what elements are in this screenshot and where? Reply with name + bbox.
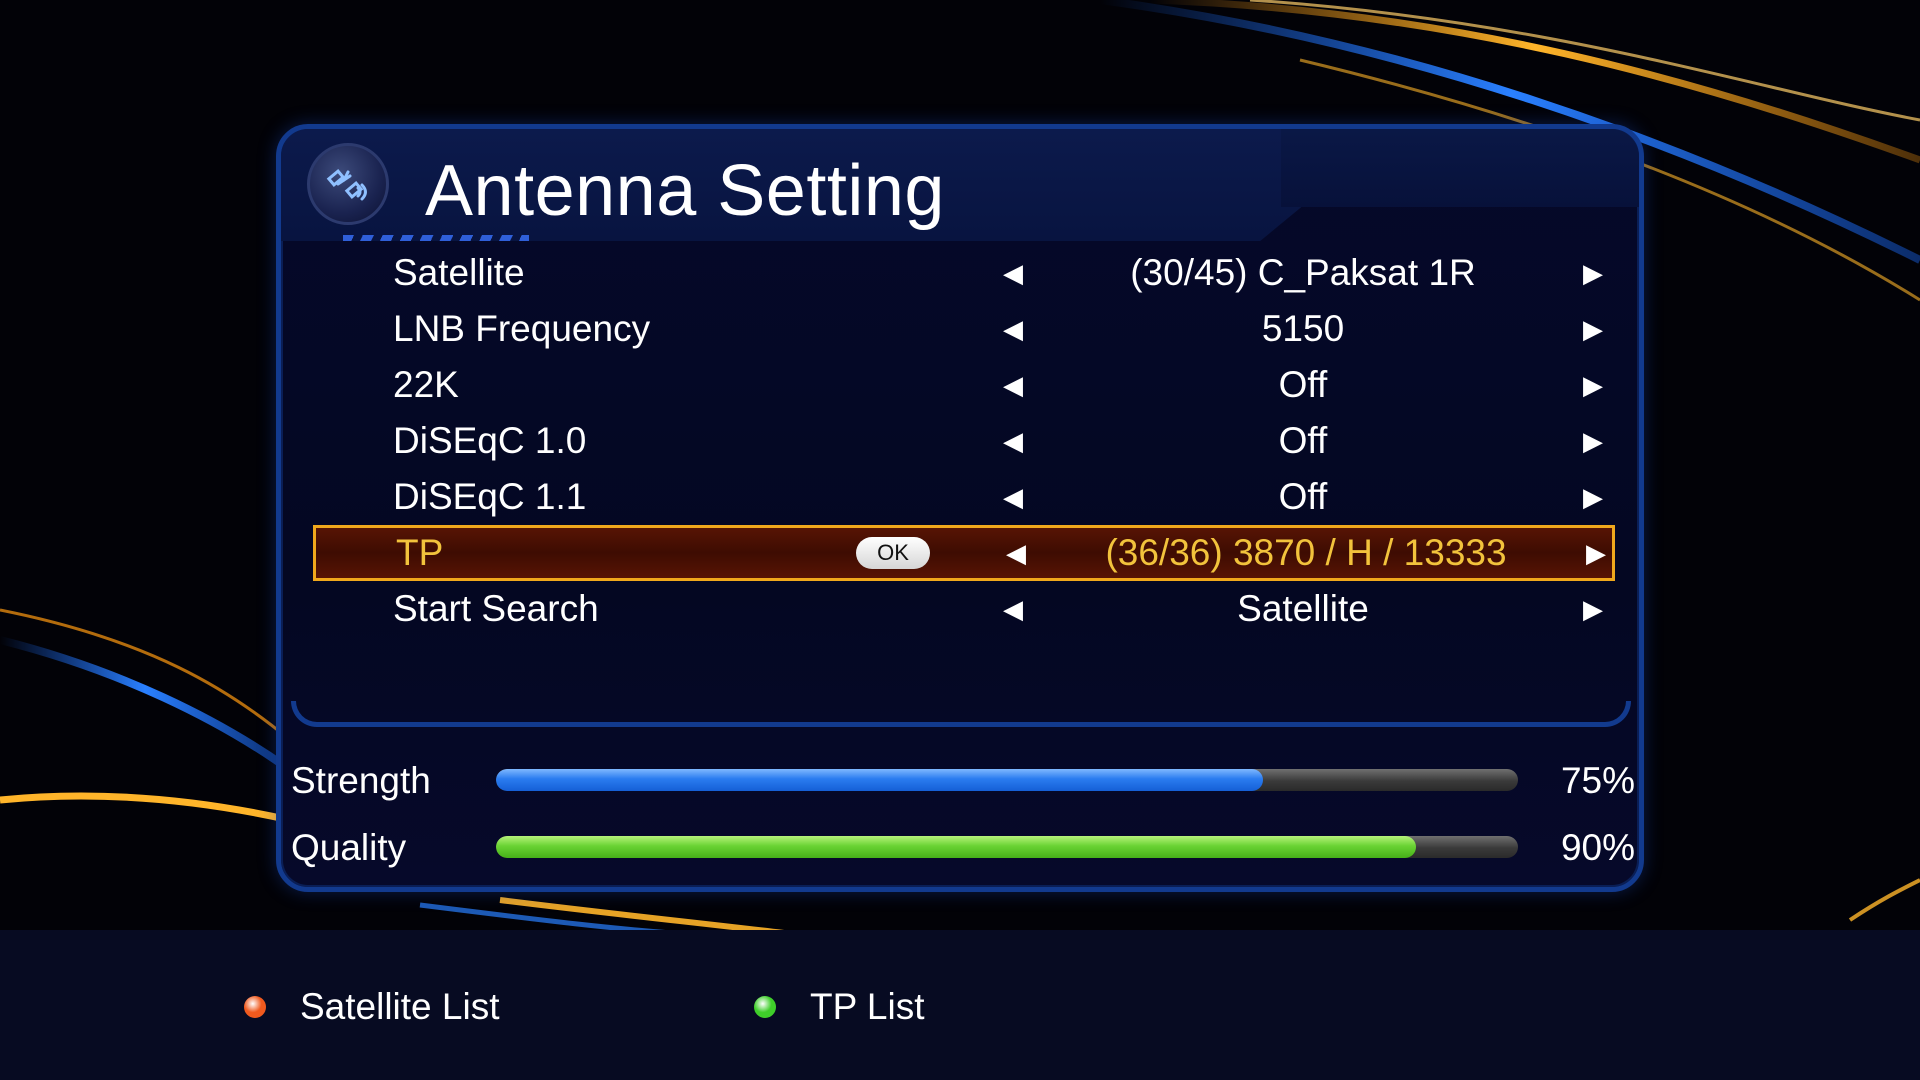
antenna-setting-panel: Antenna Setting Satellite ◀ (30/45) C_Pa… (276, 124, 1644, 892)
quality-bar-fill (496, 836, 1416, 858)
settings-list: Satellite ◀ (30/45) C_Paksat 1R ▶ LNB Fr… (291, 245, 1631, 715)
setting-row-22k[interactable]: 22K ◀ Off ▶ (291, 357, 1631, 413)
setting-value: (36/36) 3870 / H / 13333 (1105, 532, 1507, 573)
arrow-left-icon[interactable]: ◀ (1003, 469, 1023, 525)
setting-value: (30/45) C_Paksat 1R (1130, 252, 1476, 293)
legend-label: TP List (810, 986, 925, 1027)
footer-legend: Satellite List TP List (0, 930, 1920, 1080)
arrow-right-icon[interactable]: ▶ (1583, 245, 1603, 301)
arrow-left-icon[interactable]: ◀ (1006, 525, 1026, 581)
title-bar-right (1281, 129, 1639, 207)
arrow-right-icon[interactable]: ▶ (1583, 581, 1603, 637)
setting-value: Off (1278, 420, 1328, 461)
arrow-left-icon[interactable]: ◀ (1003, 413, 1023, 469)
setting-value: Satellite (1237, 588, 1369, 629)
setting-label: Satellite (393, 252, 525, 293)
setting-label: Start Search (393, 588, 599, 629)
arrow-right-icon[interactable]: ▶ (1583, 301, 1603, 357)
arrow-left-icon[interactable]: ◀ (1003, 357, 1023, 413)
setting-row-tp[interactable]: TP OK ◀ (36/36) 3870 / H / 13333 ▶ (313, 525, 1615, 581)
setting-value: 5150 (1261, 308, 1345, 349)
legend-label: Satellite List (300, 986, 500, 1027)
strength-label: Strength (291, 760, 431, 801)
quality-percent: 90% (1560, 827, 1635, 868)
arrow-left-icon[interactable]: ◀ (1003, 301, 1023, 357)
setting-row-diseqc-1-1[interactable]: DiSEqC 1.1 ◀ Off ▶ (291, 469, 1631, 525)
satellite-icon (307, 143, 389, 225)
setting-label: DiSEqC 1.0 (393, 420, 587, 461)
arrow-right-icon[interactable]: ▶ (1583, 413, 1603, 469)
quality-label: Quality (291, 827, 407, 868)
ok-button[interactable]: OK (856, 537, 930, 569)
setting-label: DiSEqC 1.1 (393, 476, 587, 517)
setting-label: LNB Frequency (393, 308, 651, 349)
title-underline (343, 235, 529, 241)
setting-label: TP (396, 532, 444, 573)
strength-bar-track (496, 769, 1518, 791)
strength-percent: 75% (1560, 760, 1635, 801)
page-title: Antenna Setting (425, 151, 945, 231)
settings-list-frame (291, 701, 1631, 727)
quality-meter: Quality 90% (281, 820, 1641, 876)
strength-meter: Strength 75% (281, 753, 1641, 809)
strength-bar-fill (496, 769, 1263, 791)
arrow-right-icon[interactable]: ▶ (1583, 357, 1603, 413)
arrow-left-icon[interactable]: ◀ (1003, 581, 1023, 637)
setting-row-start-search[interactable]: Start Search ◀ Satellite ▶ (291, 581, 1631, 637)
red-key-icon (244, 996, 266, 1018)
arrow-right-icon[interactable]: ▶ (1583, 469, 1603, 525)
arrow-right-icon[interactable]: ▶ (1586, 525, 1606, 581)
setting-row-satellite[interactable]: Satellite ◀ (30/45) C_Paksat 1R ▶ (291, 245, 1631, 301)
setting-label: 22K (393, 364, 459, 405)
arrow-left-icon[interactable]: ◀ (1003, 245, 1023, 301)
setting-value: Off (1278, 476, 1328, 517)
setting-row-diseqc-1-0[interactable]: DiSEqC 1.0 ◀ Off ▶ (291, 413, 1631, 469)
quality-bar-track (496, 836, 1518, 858)
setting-row-lnb-frequency[interactable]: LNB Frequency ◀ 5150 ▶ (291, 301, 1631, 357)
green-key-icon (754, 996, 776, 1018)
setting-value: Off (1278, 364, 1328, 405)
